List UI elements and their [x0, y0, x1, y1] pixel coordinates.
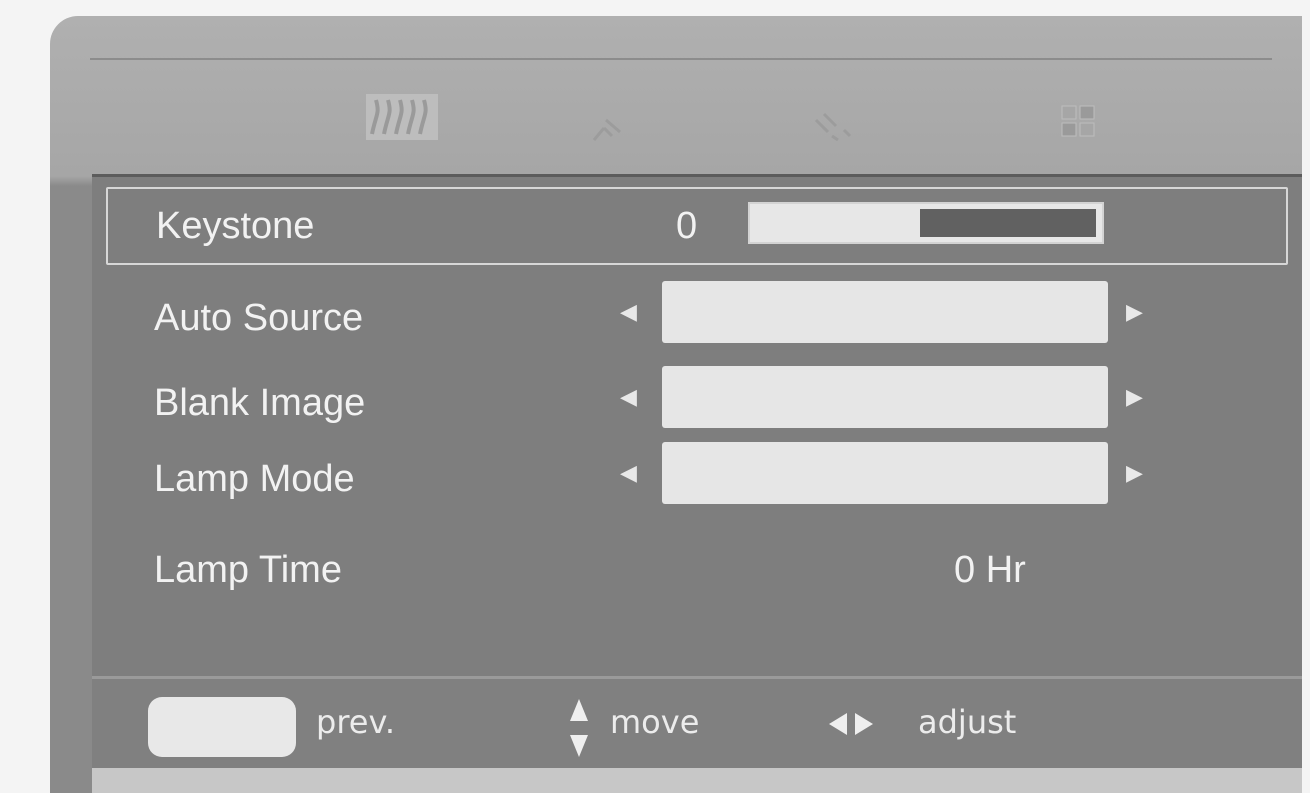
left-right-arrow-icon [829, 713, 873, 735]
blank-image-selector[interactable] [662, 366, 1108, 428]
left-arrow-icon[interactable]: ◀ [620, 460, 637, 486]
lamp-mode-label: Lamp Mode [154, 458, 355, 500]
setup-tab-icon[interactable] [812, 110, 854, 144]
left-arrow-icon[interactable]: ◀ [620, 384, 637, 410]
keystone-label: Keystone [156, 205, 315, 247]
lamp-time-label: Lamp Time [154, 549, 342, 591]
lamp-mode-row[interactable]: Lamp Mode ◀ ▶ [92, 442, 1302, 514]
adjust-hint: adjust [918, 703, 1017, 741]
blank-image-label: Blank Image [154, 382, 366, 424]
left-arrow-icon[interactable]: ◀ [620, 299, 637, 325]
top-divider [90, 58, 1272, 60]
auto-source-row[interactable]: Auto Source ◀ ▶ [92, 281, 1302, 353]
right-arrow-icon[interactable]: ▶ [1126, 460, 1143, 486]
prev-hint: prev. [316, 703, 396, 741]
keystone-value: 0 [676, 205, 698, 247]
auto-source-label: Auto Source [154, 297, 364, 339]
lamp-mode-selector[interactable] [662, 442, 1108, 504]
help-bar: prev. move adjust [92, 676, 1302, 771]
picture-tab-icon[interactable] [366, 94, 438, 140]
keystone-slider[interactable] [748, 202, 1104, 244]
move-hint: move [610, 703, 700, 741]
up-down-arrow-icon [570, 699, 588, 757]
menu-tabs [50, 76, 1302, 176]
blank-image-row[interactable]: Blank Image ◀ ▶ [92, 366, 1302, 438]
keystone-slider-fill [920, 209, 1096, 237]
projector-osd-menu: Keystone 0 Auto Source ◀ ▶ Blank Image ◀… [50, 16, 1302, 793]
keystone-row[interactable]: Keystone 0 [106, 187, 1288, 265]
lamp-time-value: 0 Hr [954, 549, 1026, 591]
audio-tab-icon[interactable] [590, 114, 624, 144]
option-tab-icon[interactable] [1060, 104, 1096, 138]
prev-key-icon [148, 697, 296, 757]
auto-source-selector[interactable] [662, 281, 1108, 343]
lamp-time-row: Lamp Time 0 Hr [92, 533, 1302, 605]
right-arrow-icon[interactable]: ▶ [1126, 299, 1143, 325]
bottom-edge [92, 768, 1302, 793]
right-arrow-icon[interactable]: ▶ [1126, 384, 1143, 410]
